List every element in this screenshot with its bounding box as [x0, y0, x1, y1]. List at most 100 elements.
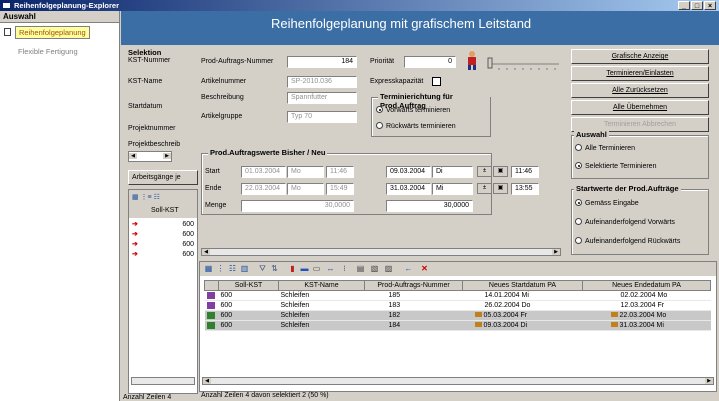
- start-new-day[interactable]: Di: [432, 166, 473, 178]
- radio-selektierte-terminieren[interactable]: Selektierte Terminieren: [575, 162, 656, 170]
- artikelnummer-field[interactable]: SP-2010.036: [287, 76, 357, 88]
- table-row[interactable]: 600 Schleifen 185 14.01.2004 Mi 02.02.20…: [204, 290, 711, 301]
- column-header-soll-kst[interactable]: Soll-KST: [151, 207, 179, 214]
- side-list-toolbar: ▦ ⋮≡ ☷ Soll-KST: [129, 190, 197, 218]
- terminieren-button[interactable]: Terminieren/Einlasten: [571, 66, 709, 81]
- radio-icon: [376, 122, 383, 129]
- grafische-anzeige-button[interactable]: Grafische Anzeige: [571, 49, 709, 64]
- table-row[interactable]: 600 Schleifen 184 09.03.2004 Di 31.03.20…: [204, 320, 711, 331]
- start-old-time[interactable]: 11:46: [326, 166, 354, 178]
- ende-spin-button[interactable]: ±: [477, 183, 492, 194]
- maximize-button[interactable]: □: [691, 1, 703, 10]
- ende-new-time[interactable]: 13:55: [511, 183, 539, 195]
- radio-gemaess-eingabe[interactable]: Gemäss Eingabe: [575, 199, 639, 207]
- start-calendar-icon[interactable]: ▣: [493, 166, 508, 177]
- export-icon[interactable]: ▤: [356, 265, 365, 273]
- artikelgruppe-field[interactable]: Typ 70: [287, 111, 357, 123]
- changed-flag-icon: [474, 322, 482, 327]
- ende-old-day[interactable]: Mo: [287, 183, 324, 195]
- label-kst-name: KST-Name: [128, 78, 163, 85]
- list-view-icon[interactable]: ☷: [228, 265, 237, 273]
- column-header[interactable]: Prod-Auftrags-Nummer: [364, 280, 463, 291]
- alle-zuruecksetzen-button[interactable]: Alle Zurücksetzen: [571, 83, 709, 98]
- radio-rueckwaerts[interactable]: Rückwärts terminieren: [376, 122, 456, 130]
- scroll-right-icon[interactable]: ▶: [705, 378, 713, 384]
- minimize-button[interactable]: _: [678, 1, 690, 10]
- label-startdatum: Startdatum: [128, 103, 163, 110]
- start-old-day[interactable]: Mo: [287, 166, 324, 178]
- column-header[interactable]: KST-Name: [278, 280, 365, 291]
- sort-icon[interactable]: ⇅: [270, 265, 279, 273]
- ende-old-date[interactable]: 22.03.2004: [241, 183, 286, 195]
- start-new-date[interactable]: 09.03.2004: [386, 166, 431, 178]
- radio-alle-terminieren[interactable]: Alle Terminieren: [575, 144, 635, 152]
- selection-panel: Selektion KST-Nummer KST-Name Startdatum…: [121, 45, 199, 401]
- columns-icon[interactable]: ▥: [240, 265, 249, 273]
- menge-old[interactable]: 30,0000: [241, 200, 354, 212]
- radio-aufeinanderfolgend-rueckwaerts[interactable]: Aufeinanderfolgend Rückwärts: [575, 237, 680, 245]
- side-list-hscroll[interactable]: [131, 377, 195, 385]
- back-arrow-icon[interactable]: ←: [404, 265, 413, 273]
- scroll-left-icon[interactable]: ◀: [203, 378, 211, 384]
- form-hscroll[interactable]: ◀ ▶: [201, 248, 561, 256]
- frame-icon[interactable]: ▭: [312, 265, 321, 273]
- table-row[interactable]: 600 Schleifen 183 26.02.2004 Do 12.03.20…: [204, 300, 711, 311]
- beschreibung-field[interactable]: Spannfutter: [287, 92, 357, 104]
- folder-icon: [4, 28, 11, 36]
- close-button[interactable]: ×: [704, 1, 716, 10]
- start-new-time[interactable]: 11:46: [511, 166, 539, 178]
- tree-view-icon[interactable]: ⋮: [216, 265, 225, 273]
- nav-item-reihenfolgeplanung[interactable]: Reihenfolgeplanung: [4, 26, 90, 39]
- expand-icon[interactable]: ↔: [326, 265, 335, 273]
- grid-view-icon[interactable]: ▦: [204, 265, 213, 273]
- start-spin-button[interactable]: ±: [477, 166, 492, 177]
- print-icon[interactable]: ▧: [370, 265, 379, 273]
- radio-icon: [575, 218, 582, 225]
- list-item[interactable]: ➔ 600: [129, 219, 197, 229]
- label-projektnummer: Projektnummer: [128, 125, 176, 132]
- column-header[interactable]: Neues Endedatum PA: [582, 280, 711, 291]
- scroll-left-icon[interactable]: ◀: [129, 153, 137, 159]
- radio-vorwaerts[interactable]: Vorwärts terminieren: [376, 106, 450, 114]
- list-item[interactable]: ➔ 600: [129, 249, 197, 259]
- changed-flag-icon: [474, 312, 482, 317]
- ende-old-time[interactable]: 15:49: [326, 183, 354, 195]
- app-icon: [2, 2, 11, 9]
- list-item[interactable]: ➔ 600: [129, 229, 197, 239]
- grid-hscroll[interactable]: ◀ ▶: [202, 377, 714, 385]
- changed-flag-icon: [610, 312, 618, 317]
- ende-new-date[interactable]: 31.03.2004: [386, 183, 431, 195]
- priority-slider[interactable]: [485, 56, 561, 70]
- ende-new-day[interactable]: Mi: [432, 183, 473, 195]
- table-row[interactable]: 600 Schleifen 182 05.03.2004 Fr 22.03.20…: [204, 310, 711, 321]
- filter-icon[interactable]: ⛛: [258, 265, 267, 273]
- scroll-right-icon[interactable]: ▶: [552, 249, 560, 255]
- label-beschreibung: Beschreibung: [201, 94, 244, 101]
- scroll-right-icon[interactable]: ▶: [163, 153, 171, 159]
- nav-item-label: Reihenfolgeplanung: [15, 26, 90, 39]
- ende-calendar-icon[interactable]: ▣: [493, 183, 508, 194]
- menge-new[interactable]: 30,0000: [386, 200, 473, 212]
- side-scrollbar[interactable]: ◀ ▶: [128, 151, 172, 162]
- express-checkbox[interactable]: [432, 77, 441, 86]
- column-header[interactable]: Soll-KST: [218, 280, 279, 291]
- delete-icon[interactable]: ✕: [420, 265, 429, 273]
- alle-uebernehmen-button[interactable]: Alle Übernehmen: [571, 100, 709, 115]
- row-arrow-icon: ➔: [132, 251, 138, 258]
- column-header[interactable]: Neues Startdatum PA: [462, 280, 583, 291]
- list-item[interactable]: ➔ 600: [129, 239, 197, 249]
- table-icon[interactable]: ▨: [384, 265, 393, 273]
- nav-item-label: Flexible Fertigung: [18, 47, 78, 56]
- prio-field[interactable]: 0: [404, 56, 456, 68]
- nav-item-flexible-fertigung[interactable]: Flexible Fertigung: [18, 47, 78, 56]
- info-icon[interactable]: ⁝: [340, 265, 349, 273]
- prod-nr-field[interactable]: 184: [287, 56, 357, 68]
- radio-aufeinanderfolgend-vorwaerts[interactable]: Aufeinanderfolgend Vorwärts: [575, 218, 675, 226]
- chart-icon[interactable]: ▮: [288, 265, 297, 273]
- list-view-icon[interactable]: ▦ ⋮≡ ☷: [132, 193, 160, 201]
- bar-icon[interactable]: ▬: [300, 265, 309, 273]
- tab-arbeitsgaenge[interactable]: Arbeitsgänge je: [128, 170, 198, 185]
- start-old-date[interactable]: 01.03.2004: [241, 166, 286, 178]
- label-kst-nummer: KST-Nummer: [128, 57, 171, 64]
- scroll-left-icon[interactable]: ◀: [202, 249, 210, 255]
